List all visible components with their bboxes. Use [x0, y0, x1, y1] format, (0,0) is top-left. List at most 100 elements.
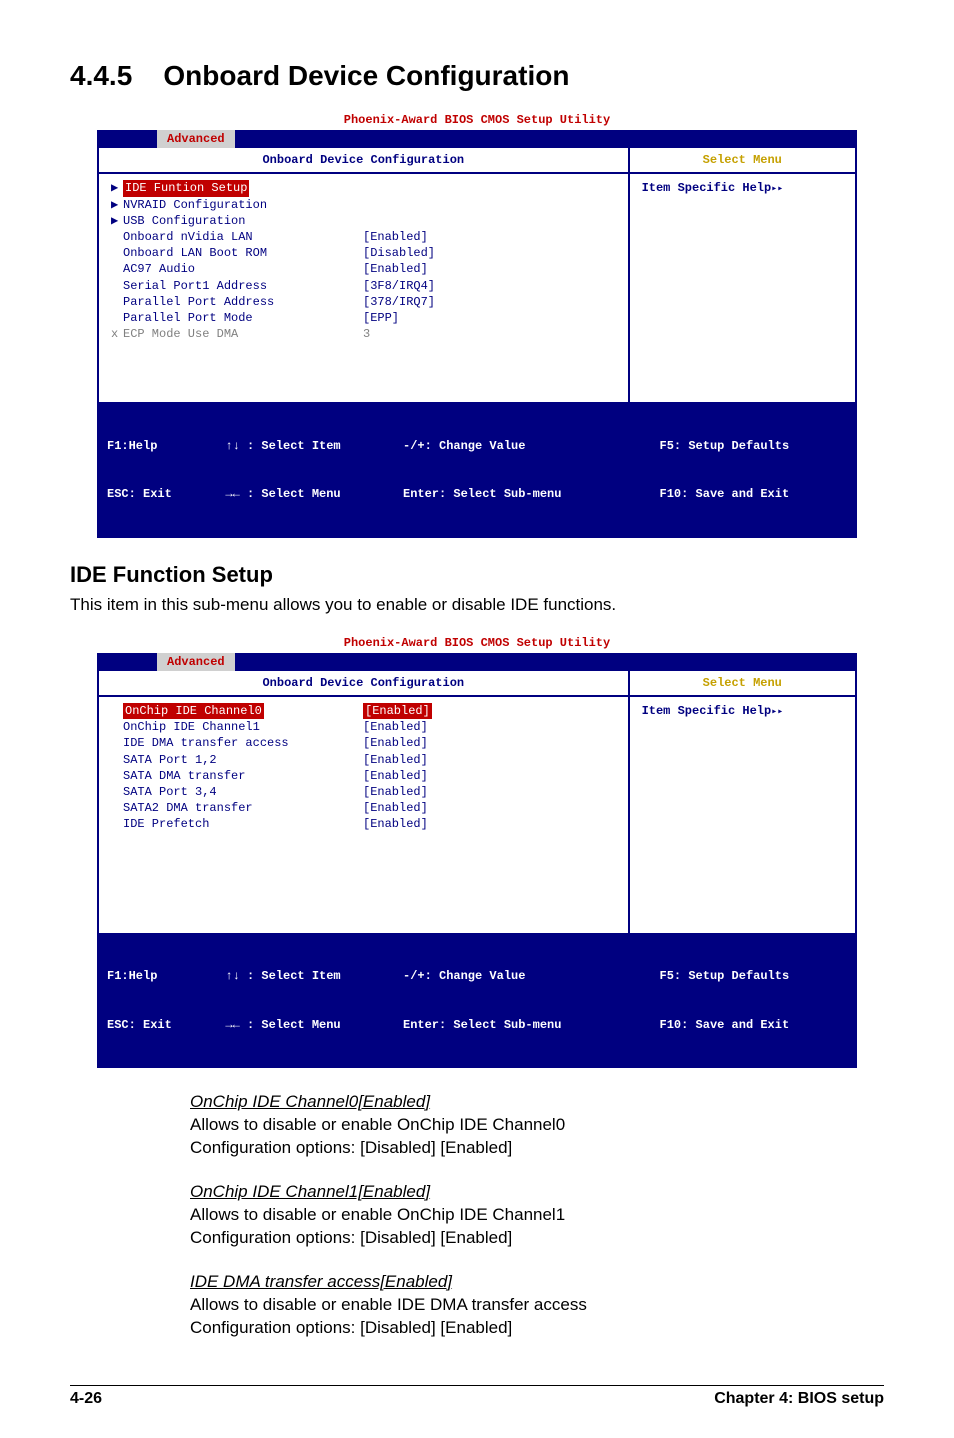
bios-setting-row[interactable]: IDE Prefetch[Enabled]	[111, 816, 616, 832]
select-item-hint: ↑↓ : Select Item	[225, 968, 403, 984]
setting-label: AC97 Audio	[123, 261, 363, 277]
row-marker-icon	[111, 735, 123, 751]
bios-setting-row[interactable]: OnChip IDE Channel0[Enabled]	[111, 703, 616, 719]
bios-caption: Phoenix-Award BIOS CMOS Setup Utility	[97, 110, 857, 130]
f5-defaults-hint: F5: Setup Defaults	[660, 438, 847, 454]
bios-panel-title: Onboard Device Configuration	[99, 671, 628, 695]
section-title-text: Onboard Device Configuration	[163, 60, 569, 91]
bios-header-row: Onboard Device Configuration Select Menu	[99, 148, 855, 174]
setting-label: Serial Port1 Address	[123, 278, 363, 294]
f5-defaults-hint: F5: Setup Defaults	[660, 968, 847, 984]
row-marker-icon: ▶	[111, 180, 123, 196]
bios-setting-row[interactable]: ▶IDE Funtion Setup	[111, 180, 616, 196]
setting-label: USB Configuration	[123, 213, 363, 229]
bios-setting-row[interactable]: ▶USB Configuration	[111, 213, 616, 229]
bios-setting-row[interactable]: Serial Port1 Address[3F8/IRQ4]	[111, 278, 616, 294]
setting-options-line: Configuration options: [Disabled] [Enabl…	[190, 1227, 884, 1250]
change-value-hint: -/+: Change Value	[403, 438, 660, 454]
bios-setting-row[interactable]: SATA Port 3,4[Enabled]	[111, 784, 616, 800]
row-marker-icon	[111, 310, 123, 326]
row-marker-icon	[111, 278, 123, 294]
setting-options-line: Configuration options: [Disabled] [Enabl…	[190, 1137, 884, 1160]
select-item-hint: ↑↓ : Select Item	[225, 438, 403, 454]
bios-help-panel: Item Specific Help	[628, 697, 855, 933]
setting-value: 3	[363, 326, 523, 342]
f10-save-exit-hint: F10: Save and Exit	[660, 486, 847, 502]
setting-label: SATA Port 1,2	[123, 752, 363, 768]
setting-value: [3F8/IRQ4]	[363, 278, 523, 294]
row-marker-icon: x	[111, 326, 123, 342]
setting-value: [Disabled]	[363, 245, 523, 261]
bios-tab-advanced[interactable]: Advanced	[157, 130, 235, 148]
setting-value: [Enabled]	[363, 752, 523, 768]
setting-name: OnChip IDE Channel0[Enabled]	[190, 1092, 884, 1112]
setting-label: OnChip IDE Channel1	[123, 719, 363, 735]
bios-menubar: Advanced	[97, 653, 857, 671]
setting-label: Onboard nVidia LAN	[123, 229, 363, 245]
bios-setting-row[interactable]: xECP Mode Use DMA3	[111, 326, 616, 342]
bios-setting-row[interactable]: AC97 Audio[Enabled]	[111, 261, 616, 277]
row-marker-icon	[111, 703, 123, 719]
row-marker-icon	[111, 784, 123, 800]
bios-setting-row[interactable]: SATA DMA transfer[Enabled]	[111, 768, 616, 784]
chevron-right-icon	[771, 181, 783, 195]
setting-value: [Enabled]	[363, 800, 523, 816]
setting-value: [Enabled]	[363, 229, 523, 245]
setting-block: OnChip IDE Channel0[Enabled] Allows to d…	[190, 1092, 884, 1160]
f10-save-exit-hint: F10: Save and Exit	[660, 1017, 847, 1033]
bios-setting-row[interactable]: SATA2 DMA transfer[Enabled]	[111, 800, 616, 816]
f1-help-hint: F1:Help	[107, 968, 225, 984]
setting-value: [Enabled]	[363, 719, 523, 735]
bios-setting-row[interactable]: Onboard nVidia LAN[Enabled]	[111, 229, 616, 245]
setting-value: [Enabled]	[363, 261, 523, 277]
setting-value: [378/IRQ7]	[363, 294, 523, 310]
setting-label: NVRAID Configuration	[123, 197, 363, 213]
enter-submenu-hint: Enter: Select Sub-menu	[403, 1017, 660, 1033]
bios-setting-row[interactable]: Parallel Port Address[378/IRQ7]	[111, 294, 616, 310]
row-marker-icon: ▶	[111, 213, 123, 229]
setting-value: [Enabled]	[363, 816, 523, 832]
setting-label: Parallel Port Mode	[123, 310, 363, 326]
chevron-right-icon	[771, 704, 783, 718]
subsection-description: This item in this sub-menu allows you to…	[70, 594, 884, 617]
row-marker-icon	[111, 229, 123, 245]
select-menu-hint: →← : Select Menu	[225, 486, 403, 502]
section-number: 4.4.5	[70, 60, 132, 91]
bios-settings-list: OnChip IDE Channel0[Enabled] OnChip IDE …	[99, 697, 628, 933]
bios-screenshot-1: Phoenix-Award BIOS CMOS Setup Utility Ad…	[97, 110, 857, 538]
setting-value: [EPP]	[363, 310, 523, 326]
bios-setting-row[interactable]: IDE DMA transfer access[Enabled]	[111, 735, 616, 751]
bios-settings-list: ▶IDE Funtion Setup▶NVRAID Configuration▶…	[99, 174, 628, 402]
setting-label: IDE Prefetch	[123, 816, 363, 832]
setting-value	[363, 197, 523, 213]
setting-name: IDE DMA transfer access[Enabled]	[190, 1272, 884, 1292]
row-marker-icon: ▶	[111, 197, 123, 213]
bios-setting-row[interactable]: SATA Port 1,2[Enabled]	[111, 752, 616, 768]
bios-tab-advanced[interactable]: Advanced	[157, 653, 235, 671]
bios-setting-row[interactable]: Parallel Port Mode[EPP]	[111, 310, 616, 326]
setting-descriptions: OnChip IDE Channel0[Enabled] Allows to d…	[190, 1092, 884, 1340]
row-marker-icon	[111, 816, 123, 832]
page-footer: 4-26 Chapter 4: BIOS setup	[0, 1385, 954, 1408]
bios-footer: F1:Help ESC: Exit ↑↓ : Select Item →← : …	[97, 933, 857, 1069]
setting-value	[363, 180, 523, 196]
f1-help-hint: F1:Help	[107, 438, 225, 454]
setting-value: [Enabled]	[363, 703, 523, 719]
bios-help-panel: Item Specific Help	[628, 174, 855, 402]
bios-caption: Phoenix-Award BIOS CMOS Setup Utility	[97, 633, 857, 653]
bios-setting-row[interactable]: Onboard LAN Boot ROM[Disabled]	[111, 245, 616, 261]
section-heading: 4.4.5 Onboard Device Configuration	[70, 60, 884, 92]
bios-menubar: Advanced	[97, 130, 857, 148]
setting-label: OnChip IDE Channel0	[123, 703, 363, 719]
footer-divider	[70, 1385, 884, 1386]
setting-name: OnChip IDE Channel1[Enabled]	[190, 1182, 884, 1202]
item-specific-help-label: Item Specific Help	[642, 181, 772, 195]
select-menu-hint: →← : Select Menu	[225, 1017, 403, 1033]
change-value-hint: -/+: Change Value	[403, 968, 660, 984]
setting-label: ECP Mode Use DMA	[123, 326, 363, 342]
item-specific-help-label: Item Specific Help	[642, 704, 772, 718]
bios-setting-row[interactable]: ▶NVRAID Configuration	[111, 197, 616, 213]
setting-value: [Enabled]	[363, 735, 523, 751]
bios-setting-row[interactable]: OnChip IDE Channel1[Enabled]	[111, 719, 616, 735]
setting-options-line: Configuration options: [Disabled] [Enabl…	[190, 1317, 884, 1340]
